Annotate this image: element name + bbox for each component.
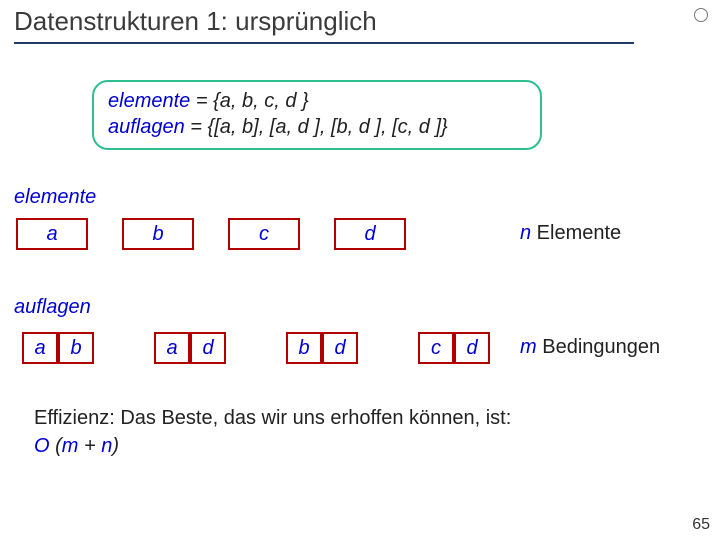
m-bedingungen-text: Bedingungen: [537, 336, 660, 358]
auflagen-pair2-b: d: [190, 332, 226, 364]
label-auflagen: auflagen: [14, 296, 91, 319]
spec-box: elemente = {a, b, c, d } auflagen = {[a,…: [92, 80, 542, 150]
m-variable: m: [520, 336, 537, 358]
eff-n: n: [101, 435, 112, 457]
auflagen-pair4-a: c: [418, 332, 454, 364]
decorative-corner-icon: [694, 8, 708, 22]
slide-title: Datenstrukturen 1: ursprünglich: [14, 6, 377, 37]
n-variable: n: [520, 222, 531, 244]
spec-auflagen-line: auflagen = {[a, b], [a, d ], [b, d ], [c…: [108, 114, 526, 140]
spec-elemente-line: elemente = {a, b, c, d }: [108, 88, 526, 114]
n-elemente-text: Elemente: [531, 222, 621, 244]
spec-elemente-body: = {a, b, c, d }: [190, 90, 308, 112]
auflagen-pair4-b: d: [454, 332, 490, 364]
big-o: O: [34, 435, 50, 457]
elemente-box-a: a: [16, 218, 88, 250]
close-paren: ): [112, 435, 119, 457]
auflagen-pair3-a: b: [286, 332, 322, 364]
efficiency-lead: Effizienz: Das Beste, das wir uns erhoff…: [34, 407, 511, 429]
page-number: 65: [692, 516, 710, 534]
auflagen-pair3-b: d: [322, 332, 358, 364]
auflagen-pair1-b: b: [58, 332, 94, 364]
eff-m: m: [62, 435, 79, 457]
open-paren: (: [50, 435, 62, 457]
spec-elemente-kw: elemente: [108, 90, 190, 112]
spec-auflagen-body: = {[a, b], [a, d ], [b, d ], [c, d ]}: [185, 116, 448, 138]
elemente-box-b: b: [122, 218, 194, 250]
eff-plus: +: [78, 435, 101, 457]
auflagen-pair1-a: a: [22, 332, 58, 364]
spec-auflagen-kw: auflagen: [108, 116, 185, 138]
n-elemente-label: n Elemente: [520, 222, 621, 245]
title-underline: [14, 42, 634, 44]
efficiency-statement: Effizienz: Das Beste, das wir uns erhoff…: [34, 404, 660, 460]
elemente-box-d: d: [334, 218, 406, 250]
elemente-box-c: c: [228, 218, 300, 250]
label-elemente: elemente: [14, 186, 96, 209]
auflagen-pair2-a: a: [154, 332, 190, 364]
m-bedingungen-label: m Bedingungen: [520, 336, 660, 359]
